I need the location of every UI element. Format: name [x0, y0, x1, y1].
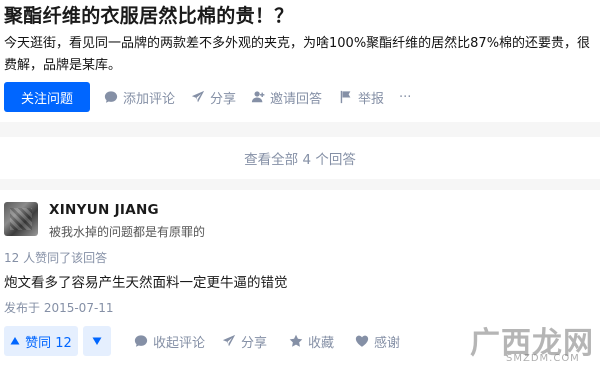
- collapse-comments-label: 收起评论: [153, 335, 206, 351]
- answer-content: 炮文看多了容易产生天然面料一定更牛逼的错觉: [4, 275, 288, 291]
- watermark-logo: 广西龙网 SMZDM.COM: [470, 318, 598, 366]
- comment-icon: [134, 335, 148, 347]
- follow-question-button[interactable]: 关注问题: [4, 82, 90, 112]
- thanks-label: 感谢: [374, 335, 401, 351]
- star-icon: [289, 334, 303, 347]
- invite-answer-label: 邀请回答: [270, 91, 323, 107]
- author-name[interactable]: XINYUN JIANG: [49, 202, 159, 218]
- comment-icon: [104, 91, 118, 103]
- author-bio: 被我水掉的问题都是有原罪的: [49, 225, 206, 239]
- add-comment-label: 添加评论: [123, 91, 176, 107]
- upvote-button[interactable]: 赞同 12: [4, 326, 78, 356]
- publish-date[interactable]: 发布于 2015-07-11: [4, 299, 114, 316]
- view-all-card: 查看全部 4 个回答: [0, 137, 600, 179]
- user-plus-icon: [251, 91, 265, 103]
- downvote-button[interactable]: [83, 326, 111, 356]
- report-button[interactable]: 举报: [339, 82, 384, 112]
- report-label: 举报: [358, 91, 385, 107]
- share-button[interactable]: 分享: [191, 82, 236, 112]
- watermark-sub-text: SMZDM.COM: [506, 353, 580, 364]
- answer-share-button[interactable]: 分享: [222, 326, 267, 356]
- share-icon: [191, 90, 205, 103]
- upvote-label: 赞同 12: [25, 335, 72, 351]
- collect-button[interactable]: 收藏: [289, 326, 334, 356]
- question-detail: 今天逛街，看见同一品牌的两款差不多外观的夹克，为啥100%聚酯纤维的居然比87%…: [4, 36, 591, 73]
- upvote-count: 12 人赞同了该回答: [4, 251, 108, 265]
- share-label: 分享: [210, 91, 237, 107]
- share-icon: [222, 334, 236, 347]
- avatar[interactable]: [4, 202, 38, 236]
- more-icon: ···: [399, 89, 412, 105]
- answer-share-label: 分享: [241, 335, 268, 351]
- triangle-up-icon: [10, 337, 20, 345]
- collapse-comments-button[interactable]: 收起评论: [134, 326, 205, 356]
- view-all-answers-link[interactable]: 查看全部 4 个回答: [0, 148, 600, 168]
- triangle-down-icon: [92, 337, 102, 345]
- heart-icon: [355, 335, 369, 347]
- collect-label: 收藏: [308, 335, 335, 351]
- invite-answer-button[interactable]: 邀请回答: [251, 82, 322, 112]
- add-comment-button[interactable]: 添加评论: [104, 82, 175, 112]
- question-card: 聚酯纤维的衣服居然比棉的贵！？ 今天逛街，看见同一品牌的两款差不多外观的夹克，为…: [0, 0, 600, 122]
- more-button[interactable]: ···: [399, 82, 411, 112]
- flag-icon: [340, 90, 351, 104]
- question-title[interactable]: 聚酯纤维的衣服居然比棉的贵！？: [4, 1, 294, 28]
- thanks-button[interactable]: 感谢: [355, 326, 400, 356]
